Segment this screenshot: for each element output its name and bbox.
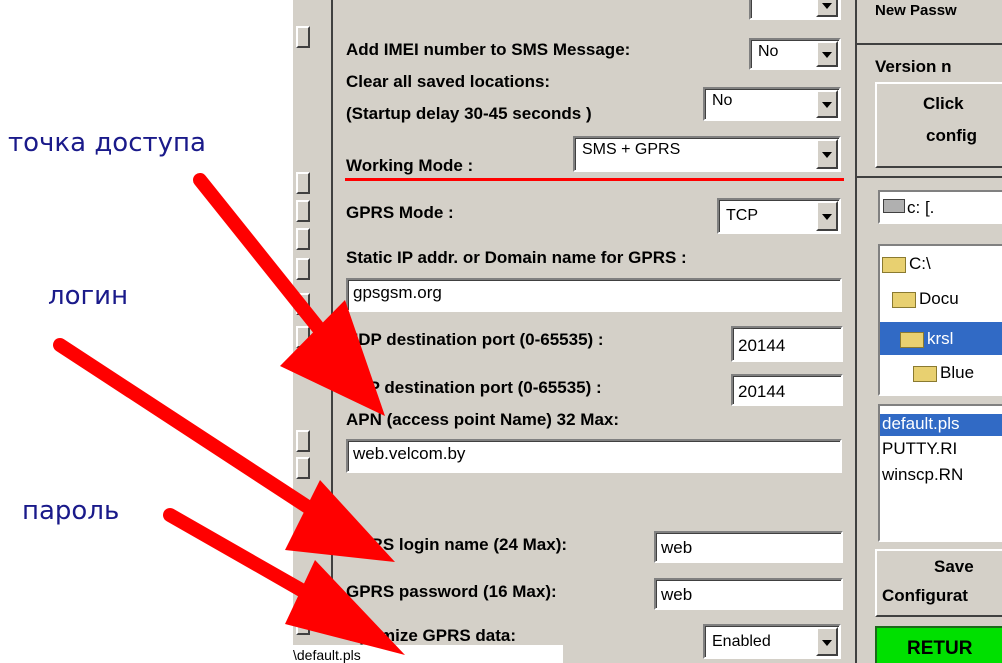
arrow-access-point-head [280,300,385,416]
arrow-password-head [285,560,405,655]
annotation-arrows [53,173,405,655]
arrow-password-line [163,508,317,602]
arrow-login-head [285,480,395,562]
arrow-access-point-line [193,173,327,337]
arrow-login-line [53,338,327,522]
